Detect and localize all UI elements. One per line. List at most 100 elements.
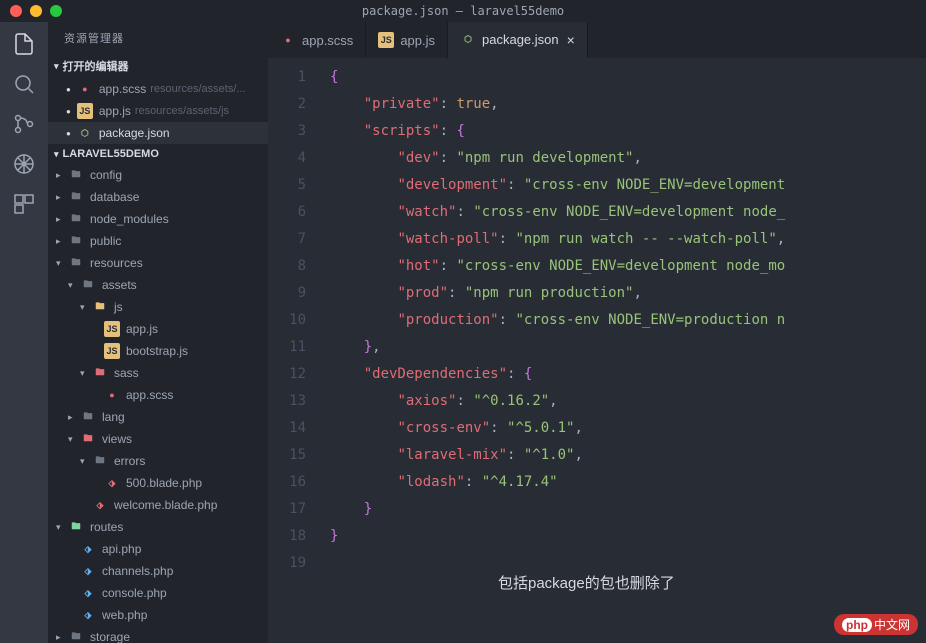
tree-item-label: app.js	[126, 322, 158, 336]
tree-item[interactable]: ●app.scss	[48, 384, 268, 406]
tabs: ●app.scssJSapp.js⬡package.json×	[268, 22, 926, 58]
tree-item[interactable]: ⬗console.php	[48, 582, 268, 604]
code-content[interactable]: { "private": true, "scripts": { "dev": "…	[318, 58, 926, 643]
editor: ●app.scssJSapp.js⬡package.json× 12345678…	[268, 22, 926, 643]
tree-item-label: resources	[90, 256, 143, 270]
line-number: 2	[268, 91, 306, 118]
code-line[interactable]: "cross-env": "^5.0.1",	[330, 415, 926, 442]
tab-label: app.js	[400, 33, 435, 48]
code-area[interactable]: 12345678910111213141516171819 { "private…	[268, 58, 926, 643]
code-line[interactable]: "hot": "cross-env NODE_ENV=development n…	[330, 253, 926, 280]
code-line[interactable]: "private": true,	[330, 91, 926, 118]
line-number: 11	[268, 334, 306, 361]
tree-item[interactable]: ▾🖿js	[48, 296, 268, 318]
extensions-icon[interactable]	[10, 190, 38, 218]
open-editors-header[interactable]: ▾ 打开的编辑器	[48, 54, 268, 78]
chevron-icon: ▸	[56, 632, 68, 643]
tree-item[interactable]: ▾🖿views	[48, 428, 268, 450]
chevron-icon: ▾	[56, 522, 68, 533]
code-line[interactable]: }	[330, 523, 926, 550]
line-number: 19	[268, 550, 306, 577]
close-icon[interactable]: ×	[567, 32, 575, 48]
chevron-icon: ▸	[56, 170, 68, 181]
traffic-lights	[0, 5, 62, 17]
line-number: 9	[268, 280, 306, 307]
chevron-icon: ▸	[56, 214, 68, 225]
tree-item-label: lang	[102, 410, 125, 424]
tree-item[interactable]: ▸🖿public	[48, 230, 268, 252]
tree-item[interactable]: ⬗web.php	[48, 604, 268, 626]
chevron-icon: ▸	[56, 192, 68, 203]
activity-bar	[0, 22, 48, 643]
chevron-icon: ▾	[68, 434, 80, 445]
tree-item[interactable]: ▸🖿storage	[48, 626, 268, 643]
close-window-button[interactable]	[10, 5, 22, 17]
tree-item[interactable]: ⬗500.blade.php	[48, 472, 268, 494]
code-line[interactable]: "laravel-mix": "^1.0",	[330, 442, 926, 469]
tree-item[interactable]: ⬗welcome.blade.php	[48, 494, 268, 516]
tree-item[interactable]: ▸🖿node_modules	[48, 208, 268, 230]
code-line[interactable]: },	[330, 334, 926, 361]
tree-item[interactable]: ▾🖿errors	[48, 450, 268, 472]
open-editor-item[interactable]: ●●app.scssresources/assets/...	[48, 78, 268, 100]
code-line[interactable]: "scripts": {	[330, 118, 926, 145]
line-number: 3	[268, 118, 306, 145]
line-number: 6	[268, 199, 306, 226]
tree-item[interactable]: ▸🖿database	[48, 186, 268, 208]
line-number: 16	[268, 469, 306, 496]
tree-item[interactable]: ▸🖿lang	[48, 406, 268, 428]
line-number: 1	[268, 64, 306, 91]
open-editor-item[interactable]: ●⬡package.json	[48, 122, 268, 144]
line-gutter: 12345678910111213141516171819	[268, 58, 318, 643]
chevron-icon: ▾	[56, 258, 68, 269]
maximize-window-button[interactable]	[50, 5, 62, 17]
code-line[interactable]: {	[330, 64, 926, 91]
sidebar-title: 资源管理器	[48, 22, 268, 54]
annotation-text: 包括package的包也删除了	[498, 572, 675, 593]
tree-item-label: assets	[102, 278, 137, 292]
watermark: php中文网	[834, 614, 918, 635]
tree-item[interactable]: ▾🖿routes	[48, 516, 268, 538]
code-line[interactable]: "production": "cross-env NODE_ENV=produc…	[330, 307, 926, 334]
line-number: 5	[268, 172, 306, 199]
minimize-window-button[interactable]	[30, 5, 42, 17]
tree-item-label: public	[90, 234, 121, 248]
tree-item[interactable]: ▾🖿assets	[48, 274, 268, 296]
line-number: 8	[268, 253, 306, 280]
debug-icon[interactable]	[10, 150, 38, 178]
tree-item-label: errors	[114, 454, 145, 468]
code-line[interactable]: "devDependencies": {	[330, 361, 926, 388]
explorer-icon[interactable]	[10, 30, 38, 58]
chevron-icon: ▸	[56, 236, 68, 247]
tree-item[interactable]: ▸🖿config	[48, 164, 268, 186]
bullet-icon: ●	[66, 129, 71, 138]
tree-item[interactable]: ⬗api.php	[48, 538, 268, 560]
code-line[interactable]: "dev": "npm run development",	[330, 145, 926, 172]
tree-item[interactable]: ▾🖿sass	[48, 362, 268, 384]
code-line[interactable]: "watch": "cross-env NODE_ENV=development…	[330, 199, 926, 226]
open-editor-item[interactable]: ●JSapp.jsresources/assets/js	[48, 100, 268, 122]
chevron-icon: ▾	[80, 456, 92, 467]
search-icon[interactable]	[10, 70, 38, 98]
tab[interactable]: JSapp.js	[366, 22, 448, 58]
project-header[interactable]: ▾ LARAVEL55DEMO	[48, 144, 268, 164]
code-line[interactable]: "watch-poll": "npm run watch -- --watch-…	[330, 226, 926, 253]
chevron-icon: ▾	[80, 368, 92, 379]
file-path: resources/assets/...	[150, 83, 245, 95]
chevron-icon: ▾	[68, 280, 80, 291]
tab[interactable]: ⬡package.json×	[448, 22, 588, 58]
code-line[interactable]: "prod": "npm run production",	[330, 280, 926, 307]
tree-item[interactable]: ⬗channels.php	[48, 560, 268, 582]
file-name: app.scss	[99, 82, 146, 96]
bullet-icon: ●	[66, 85, 71, 94]
tab[interactable]: ●app.scss	[268, 22, 366, 58]
code-line[interactable]: }	[330, 496, 926, 523]
source-control-icon[interactable]	[10, 110, 38, 138]
tree-item[interactable]: ▾🖿resources	[48, 252, 268, 274]
tree-item[interactable]: JSbootstrap.js	[48, 340, 268, 362]
code-line[interactable]: "development": "cross-env NODE_ENV=devel…	[330, 172, 926, 199]
code-line[interactable]: "lodash": "^4.17.4"	[330, 469, 926, 496]
code-line[interactable]: "axios": "^0.16.2",	[330, 388, 926, 415]
tree-item[interactable]: JSapp.js	[48, 318, 268, 340]
line-number: 13	[268, 388, 306, 415]
